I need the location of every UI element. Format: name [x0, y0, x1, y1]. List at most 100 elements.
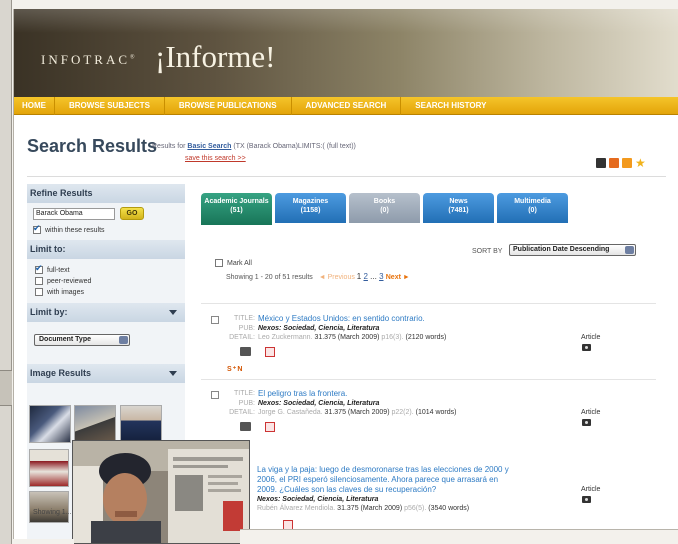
camera-icon — [582, 496, 591, 503]
search-summary: Results for Basic Search (TX (Barack Oba… — [152, 143, 356, 150]
within-results-option[interactable]: within these results — [27, 223, 185, 240]
limit-option[interactable]: peer-reviewed — [27, 276, 185, 287]
tab-magazines[interactable]: Magazines (1158) — [275, 193, 346, 223]
previous-link[interactable]: ◄ Previous — [319, 274, 355, 281]
image-thumbnail[interactable] — [29, 405, 71, 443]
search-type-link[interactable]: Basic Search — [187, 143, 231, 150]
torn-edge — [240, 529, 678, 544]
page-title: Search Results — [27, 136, 158, 156]
title-field-label: TITLE: — [233, 315, 255, 322]
results-for-label: Results for — [152, 143, 186, 150]
pub-field-label: PUB: — [238, 400, 255, 407]
torn-edge — [12, 539, 74, 544]
limit-option-label: full-text — [47, 267, 70, 274]
refine-search-input[interactable]: Barack Obama — [33, 208, 115, 220]
result-detail: Jorge G. Castañeda. 31.375 (March 2009) … — [258, 409, 456, 416]
page-2-link[interactable]: 2 — [363, 272, 367, 281]
nav-search-history[interactable]: SEARCH HISTORY — [401, 97, 500, 115]
newspaper-vendor-photo — [73, 441, 249, 543]
audio-icon[interactable] — [240, 422, 251, 431]
chevron-down-icon[interactable] — [169, 310, 177, 315]
header-divider — [27, 176, 666, 177]
limit-option-label: with images — [47, 289, 84, 296]
nav-advanced-search[interactable]: ADVANCED SEARCH — [292, 96, 402, 115]
infotrac-logo[interactable]: INFOTRAC® — [41, 52, 135, 68]
result-title-link[interactable]: México y Estados Unidos: en sentido cont… — [258, 314, 425, 323]
peer-reviewed-checkbox[interactable] — [35, 277, 43, 286]
result-publication[interactable]: Nexos: Sociedad, Ciencia, Literatura — [257, 496, 378, 503]
limit-option[interactable]: full-text — [27, 263, 185, 276]
full-text-checkbox[interactable] — [35, 263, 43, 275]
limit-to-header: Limit to: — [27, 240, 185, 259]
image-results-label: Image Results — [30, 368, 92, 378]
result-pages: p56(5). — [404, 505, 427, 512]
result-author: Rubén Álvarez Mendiola. — [257, 505, 336, 512]
camera-icon — [582, 344, 591, 351]
result-publication[interactable]: Nexos: Sociedad, Ciencia, Literatura — [258, 400, 379, 407]
outer-window-edge — [0, 0, 12, 544]
chevron-down-icon[interactable] — [169, 371, 177, 376]
tab-news[interactable]: News (7481) — [423, 193, 494, 223]
informe-logo[interactable]: ¡Informe! — [155, 39, 276, 75]
result-issue: 31.375 (March 2009) — [324, 409, 390, 416]
tab-count: (0) — [380, 207, 389, 214]
sort-select[interactable]: Publication Date Descending — [509, 244, 636, 256]
favorite-star-icon[interactable]: ★ — [635, 157, 646, 169]
save-search-link[interactable]: save this search >> — [185, 155, 246, 162]
results-divider — [201, 303, 656, 304]
next-link[interactable]: Next ► — [386, 274, 410, 281]
image-thumbnail[interactable] — [120, 405, 162, 443]
result-doc-type: Article — [581, 486, 601, 493]
select-arrow-icon — [119, 336, 128, 344]
result-title-link[interactable]: La viga y la paja: luego de desmoronarse… — [257, 465, 519, 495]
page-3-link[interactable]: 3 — [379, 272, 383, 281]
tab-academic-journals[interactable]: Academic Journals (51) — [201, 193, 272, 225]
page-1: 1 — [356, 272, 362, 281]
mark-all-option[interactable]: Mark All — [215, 259, 252, 267]
pdf-icon[interactable] — [265, 347, 275, 357]
refine-results-header: Refine Results — [27, 184, 185, 203]
result-author: Jorge G. Castañeda. — [258, 409, 323, 416]
mark-all-checkbox[interactable] — [215, 259, 223, 267]
nav-browse-publications[interactable]: BROWSE PUBLICATIONS — [165, 96, 292, 115]
main-nav: HOME BROWSE SUBJECTS BROWSE PUBLICATIONS… — [14, 96, 678, 115]
result-doc-type: Article — [581, 334, 601, 341]
overlay-photo — [72, 440, 250, 544]
result-publication[interactable]: Nexos: Sociedad, Ciencia, Literatura — [258, 325, 379, 332]
tab-books[interactable]: Books (0) — [349, 193, 420, 223]
with-images-checkbox[interactable] — [35, 288, 43, 297]
limit-by-header[interactable]: Limit by: — [27, 303, 185, 322]
nav-home[interactable]: HOME — [14, 96, 55, 115]
result-title-link[interactable]: El peligro tras la frontera. — [258, 389, 347, 398]
image-results-header[interactable]: Image Results — [27, 364, 185, 383]
page-numbers: 1 2 ... 3 — [356, 272, 384, 281]
result-checkbox[interactable] — [211, 391, 219, 399]
document-type-select[interactable]: Document Type — [34, 334, 130, 346]
nav-browse-subjects[interactable]: BROWSE SUBJECTS — [55, 96, 165, 115]
audio-icon[interactable] — [240, 347, 251, 356]
image-thumbnail[interactable] — [29, 491, 69, 523]
results-count: Showing 1 - 20 of 51 results — [226, 274, 313, 281]
go-button[interactable]: GO — [120, 207, 144, 220]
result-checkbox[interactable] — [211, 316, 219, 324]
rss-icon[interactable] — [622, 158, 632, 168]
email-icon[interactable] — [609, 158, 619, 168]
within-results-checkbox[interactable] — [33, 223, 41, 234]
results-divider — [201, 379, 656, 380]
limit-option[interactable]: with images — [27, 287, 185, 298]
document-type-row: Document Type — [27, 322, 185, 364]
image-thumbnail[interactable] — [29, 449, 69, 487]
print-icon[interactable] — [596, 158, 606, 168]
result-actions — [240, 422, 275, 432]
limit-option-label: peer-reviewed — [47, 278, 92, 285]
tab-count: (7481) — [448, 207, 469, 214]
limit-by-label: Limit by: — [30, 307, 68, 317]
result-issue: 31.375 (March 2009) — [314, 334, 380, 341]
pdf-icon[interactable] — [265, 422, 275, 432]
select-arrow-icon — [625, 246, 634, 254]
share-icons[interactable]: S⁺N — [227, 365, 243, 373]
image-thumbnail[interactable] — [74, 405, 116, 443]
result-actions — [240, 347, 275, 357]
result-author: Leo Zuckermann. — [258, 334, 313, 341]
tab-multimedia[interactable]: Multimedia (0) — [497, 193, 568, 223]
